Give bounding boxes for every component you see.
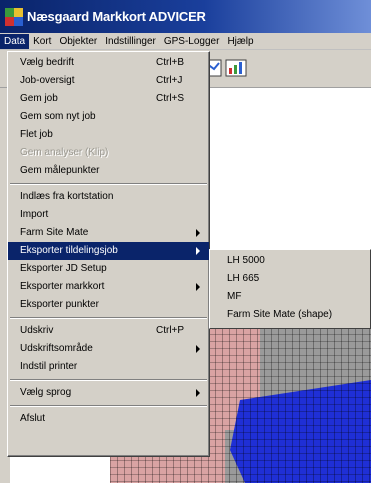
menu-separator (8, 180, 209, 188)
menu-item-shortcut: Ctrl+J (156, 75, 183, 86)
menu-item-label: Farm Site Mate (shape) (227, 309, 333, 320)
menu-item-gem-analyser: Gem analyser (Klip) (8, 144, 209, 162)
title-bar: Næsgaard Markkort ADVICER (0, 0, 371, 33)
menu-item-gem-maalepunkter[interactable]: Gem målepunkter (8, 162, 209, 180)
menu-item-label: Flet job (20, 129, 53, 140)
menu-gps-logger[interactable]: GPS-Logger (160, 34, 224, 49)
menu-separator (8, 402, 209, 410)
menu-item-udskriv[interactable]: Udskriv Ctrl+P (8, 322, 209, 340)
menu-item-shortcut: Ctrl+S (156, 93, 185, 104)
menu-item-farm-site-mate[interactable]: Farm Site Mate (8, 224, 209, 242)
menu-item-indstil-printer[interactable]: Indstil printer (8, 358, 209, 376)
submenu-arrow-icon (196, 389, 200, 397)
menu-item-afslut[interactable]: Afslut (8, 410, 209, 428)
submenu-arrow-icon (196, 247, 200, 255)
menu-item-vaelg-sprog[interactable]: Vælg sprog (8, 384, 209, 402)
menu-indstillinger[interactable]: Indstillinger (101, 34, 160, 49)
submenu-arrow-icon (196, 345, 200, 353)
menu-item-label: Udskriv (20, 325, 54, 336)
menu-item-label: Gem job (20, 93, 58, 104)
submenu-arrow-icon (196, 283, 200, 291)
menu-item-eksporter-tildelingsjob[interactable]: Eksporter tildelingsjob (8, 242, 209, 260)
menu-item-label: Eksporter JD Setup (20, 263, 107, 274)
menu-item-label: Indlæs fra kortstation (20, 191, 114, 202)
menu-item-indlaes-fra-kortstation[interactable]: Indlæs fra kortstation (8, 188, 209, 206)
menu-item-label: Indstil printer (20, 361, 78, 372)
menu-item-label: Vælg sprog (20, 387, 72, 398)
application-map-icon (5, 7, 23, 26)
submenu-arrow-icon (196, 229, 200, 237)
menu-item-eksporter-markkort[interactable]: Eksporter markkort (8, 278, 209, 296)
menu-item-label: LH 665 (227, 273, 260, 284)
menu-item-shortcut: Ctrl+P (156, 325, 185, 336)
menu-item-flet-job[interactable]: Flet job (8, 126, 209, 144)
menu-item-label: Gem som nyt job (20, 111, 96, 122)
export-submenu: LH 5000 LH 665 MF Farm Site Mate (shape) (209, 249, 371, 329)
submenu-item-farm-site-mate-shape[interactable]: Farm Site Mate (shape) (210, 306, 370, 324)
menu-item-gem-job[interactable]: Gem job Ctrl+S (8, 90, 209, 108)
menu-separator (8, 314, 209, 322)
menu-item-shortcut: Ctrl+B (156, 57, 185, 68)
menu-item-label: Eksporter tildelingsjob (20, 245, 118, 256)
submenu-item-lh-665[interactable]: LH 665 (210, 270, 370, 288)
window-title: Næsgaard Markkort ADVICER (27, 9, 206, 24)
menu-item-eksporter-punkter[interactable]: Eksporter punkter (8, 296, 209, 314)
menu-separator (8, 376, 209, 384)
menu-item-label: Gem målepunkter (20, 165, 100, 176)
menu-item-label: Vælg bedrift (20, 57, 74, 68)
menu-item-gem-som-nyt-job[interactable]: Gem som nyt job (8, 108, 209, 126)
menu-objekter[interactable]: Objekter (55, 34, 101, 49)
menu-item-udskriftsomraade[interactable]: Udskriftsområde (8, 340, 209, 358)
menu-item-label: Eksporter punkter (20, 299, 99, 310)
data-menu: Vælg bedrift Ctrl+B Job-oversigt Ctrl+J … (7, 51, 210, 457)
menu-data[interactable]: Data (0, 33, 30, 49)
menu-item-label: Gem analyser (Klip) (20, 147, 109, 158)
menu-item-label: Afslut (20, 413, 46, 424)
menu-item-job-oversigt[interactable]: Job-oversigt Ctrl+J (8, 72, 209, 90)
menu-item-label: MF (227, 291, 242, 302)
toolbar-chart-button[interactable] (224, 56, 248, 80)
menu-bar: Data Kort Objekter Indstillinger GPS-Log… (0, 33, 371, 50)
menu-item-label: Job-oversigt (20, 75, 75, 86)
menu-item-label: Import (20, 209, 49, 220)
menu-item-import[interactable]: Import (8, 206, 209, 224)
menu-item-eksporter-jd-setup[interactable]: Eksporter JD Setup (8, 260, 209, 278)
menu-hjaelp[interactable]: Hjælp (223, 34, 257, 49)
menu-item-vaelg-bedrift[interactable]: Vælg bedrift Ctrl+B (8, 54, 209, 72)
submenu-item-lh-5000[interactable]: LH 5000 (210, 252, 370, 270)
submenu-item-mf[interactable]: MF (210, 288, 370, 306)
menu-kort[interactable]: Kort (29, 34, 55, 49)
chart-icon (225, 59, 247, 77)
menu-item-label: Eksporter markkort (20, 281, 105, 292)
menu-item-label: LH 5000 (227, 255, 265, 266)
menu-item-label: Farm Site Mate (20, 227, 89, 238)
menu-item-label: Udskriftsområde (20, 343, 93, 354)
